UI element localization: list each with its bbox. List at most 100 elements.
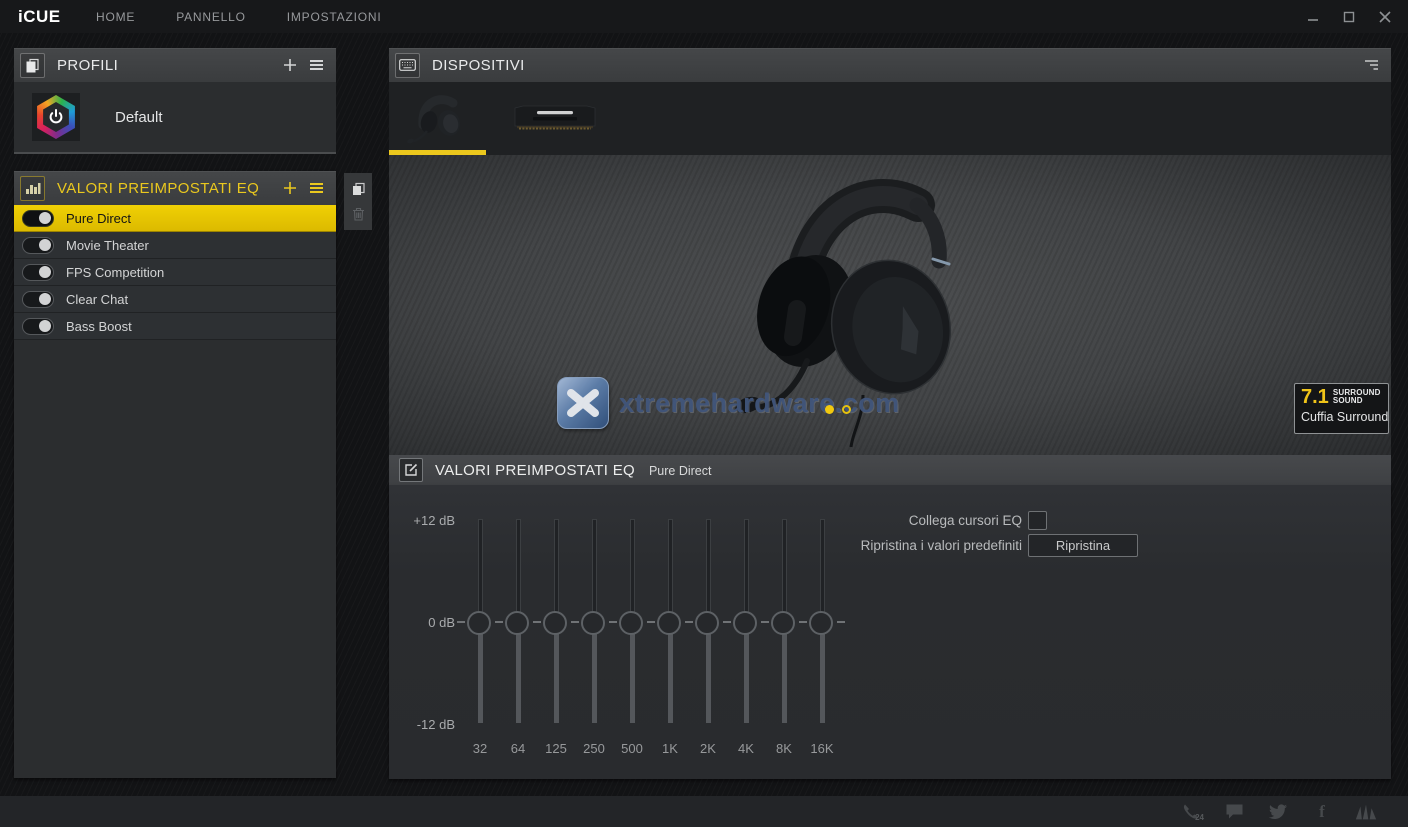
bottom-bar: 24 f (0, 796, 1408, 827)
toggle-knob (39, 239, 51, 251)
edit-icon[interactable] (399, 458, 423, 482)
slider-track-lower (554, 623, 559, 723)
eq-band-1k: 1K (657, 519, 683, 759)
link-sliders-checkbox[interactable] (1028, 511, 1047, 530)
preset-label: Pure Direct (66, 211, 131, 226)
eq-slider-knob[interactable] (467, 611, 491, 635)
facebook-icon[interactable]: f (1310, 802, 1334, 822)
preset-label: Clear Chat (66, 292, 128, 307)
profiles-header: PROFILI (14, 48, 336, 82)
eq-band-500: 500 (619, 519, 645, 759)
add-profile-button[interactable] (280, 55, 300, 75)
menu-pannello[interactable]: PANNELLO (176, 10, 246, 24)
eq-preset-fps-competition[interactable]: FPS Competition (14, 259, 336, 286)
duplicate-icon[interactable] (349, 180, 367, 198)
carousel-dot-1[interactable] (825, 405, 834, 414)
preset-label: Movie Theater (66, 238, 149, 253)
preset-toggle[interactable] (22, 237, 54, 254)
maximize-button[interactable] (1338, 6, 1360, 28)
eq-editor-preset-name: Pure Direct (649, 462, 712, 478)
filter-icon[interactable] (1361, 55, 1381, 75)
eq-band-4k: 4K (733, 519, 759, 759)
toggle-knob (39, 320, 51, 332)
slider-track-lower (782, 623, 787, 723)
eq-preset-pure-direct[interactable]: Pure Direct (14, 205, 336, 232)
slider-track-lower (592, 623, 597, 723)
eq-slider-knob[interactable] (771, 611, 795, 635)
eq-preset-movie-theater[interactable]: Movie Theater (14, 232, 336, 259)
eq-presets-title: VALORI PREIMPOSTATI EQ (57, 180, 274, 197)
headset-thumbnail (407, 89, 469, 149)
preset-toggle[interactable] (22, 291, 54, 308)
slider-track-upper (592, 519, 597, 623)
surround-caption: Cuffia Surround (1301, 410, 1382, 424)
minimize-button[interactable] (1302, 6, 1324, 28)
keyboard-icon (395, 53, 420, 78)
scale-bottom-label: -12 dB (395, 717, 455, 732)
surround-label-2: SOUND (1333, 397, 1381, 405)
eq-slider-knob[interactable] (619, 611, 643, 635)
window-controls (1302, 0, 1396, 33)
device-tabstrip (389, 82, 1391, 155)
profiles-menu-button[interactable] (306, 55, 326, 75)
app-logo: iCUE (18, 7, 74, 27)
menu-impostazioni[interactable]: IMPOSTAZIONI (287, 10, 382, 24)
eq-slider-knob[interactable] (543, 611, 567, 635)
preset-toggle[interactable] (22, 264, 54, 281)
slider-track-upper (516, 519, 521, 623)
reset-defaults-label: Ripristina i valori predefiniti (861, 538, 1022, 553)
profile-avatar (32, 93, 80, 141)
slider-track-lower (668, 623, 673, 723)
preset-side-actions (344, 173, 372, 230)
corsair-icon[interactable] (1354, 802, 1378, 822)
eq-slider-knob[interactable] (505, 611, 529, 635)
eq-slider-knob[interactable] (581, 611, 605, 635)
reset-button[interactable]: Ripristina (1028, 534, 1138, 557)
eq-slider-knob[interactable] (733, 611, 757, 635)
chat-icon[interactable] (1222, 802, 1246, 822)
preset-toggle[interactable] (22, 210, 54, 227)
icue-window: iCUE HOME PANNELLO IMPOSTAZIONI PROFILI (0, 0, 1408, 827)
toggle-knob (39, 293, 51, 305)
twitter-icon[interactable] (1266, 802, 1290, 822)
devices-panel: DISPOSITIVI (389, 48, 1391, 779)
profile-item-default[interactable]: Default (14, 82, 336, 152)
eq-band-8k: 8K (771, 519, 797, 759)
watermark: xtremehardware.com (557, 377, 900, 429)
eq-band-label: 16K (799, 741, 845, 756)
eq-slider-knob[interactable] (695, 611, 719, 635)
device-stage: xtremehardware.com 7.1 SURROUND SOUND Cu… (389, 155, 1391, 455)
slider-track-upper (744, 519, 749, 623)
eq-preset-list: Pure Direct Movie Theater FPS Competition C… (14, 205, 336, 340)
main-menu: HOME PANNELLO IMPOSTAZIONI (96, 10, 381, 24)
eq-preset-bass-boost[interactable]: Bass Boost (14, 313, 336, 340)
close-button[interactable] (1374, 6, 1396, 28)
slider-track-upper (554, 519, 559, 623)
add-preset-button[interactable] (280, 178, 300, 198)
eq-presets-panel: VALORI PREIMPOSTATI EQ Pure Direct Movie … (14, 171, 336, 778)
carousel-dot-2[interactable] (842, 405, 851, 414)
eq-band-16k: 16K (809, 519, 835, 759)
toggle-knob (39, 212, 51, 224)
slider-track-upper (782, 519, 787, 623)
preset-toggle[interactable] (22, 318, 54, 335)
support-phone-icon[interactable]: 24 (1178, 802, 1202, 822)
eq-presets-menu-button[interactable] (306, 178, 326, 198)
device-tab-ram[interactable] (500, 82, 610, 155)
eq-editor-title: VALORI PREIMPOSTATI EQ (435, 462, 635, 479)
slider-track-lower (706, 623, 711, 723)
trash-icon[interactable] (349, 205, 367, 223)
surround-value: 7.1 (1301, 387, 1329, 407)
devices-title: DISPOSITIVI (432, 57, 1361, 74)
surround-badge: 7.1 SURROUND SOUND Cuffia Surround (1294, 383, 1389, 434)
slider-track-lower (820, 623, 825, 723)
profiles-panel: PROFILI Default (14, 48, 336, 154)
eq-preset-clear-chat[interactable]: Clear Chat (14, 286, 336, 313)
device-tab-headset[interactable] (389, 82, 486, 155)
menu-home[interactable]: HOME (96, 10, 135, 24)
pages-icon (20, 53, 45, 78)
eq-slider-knob[interactable] (809, 611, 833, 635)
profiles-title: PROFILI (57, 57, 274, 74)
phone-badge: 24 (1195, 813, 1204, 822)
eq-slider-knob[interactable] (657, 611, 681, 635)
